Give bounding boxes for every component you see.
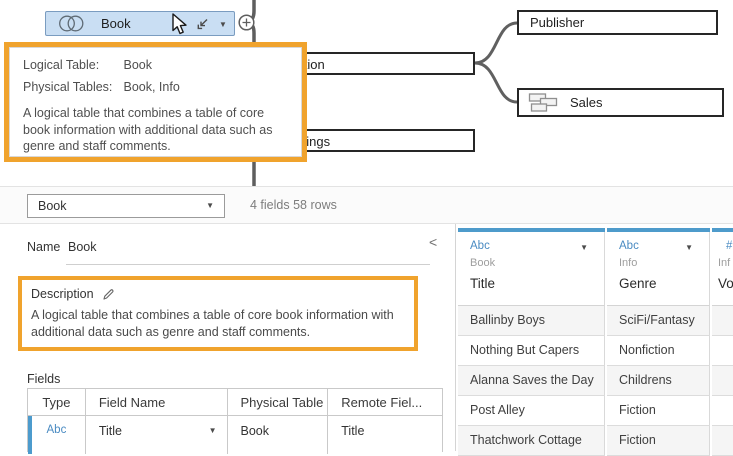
grid-column-header[interactable]: Abc ▼ Info Genre [607, 232, 710, 306]
source-table-name: Info [619, 257, 709, 269]
column-menu-caret-icon[interactable]: ▼ [685, 244, 693, 252]
tooltip-logical-table-value: Book [123, 58, 152, 72]
field-type-abc-icon: Abc [619, 240, 709, 252]
field-name: Vo [718, 276, 733, 291]
add-related-table-button[interactable] [238, 14, 255, 31]
pane-splitter[interactable] [455, 224, 456, 451]
grid-column-header[interactable]: # Inf Vo [712, 232, 733, 306]
field-type-number-icon: # [718, 240, 733, 252]
grid-cell[interactable]: Childrens [607, 366, 710, 396]
description-label: Description [31, 287, 94, 301]
table-selector-dropdown[interactable]: Book ▼ [27, 194, 225, 218]
grid-cell[interactable] [712, 396, 733, 426]
selected-row-accent [28, 416, 32, 454]
grid-cell[interactable]: Nonfiction [607, 336, 710, 366]
grid-cell[interactable] [712, 336, 733, 366]
source-table-name: Inf [718, 257, 733, 269]
field-type-abc-icon: Abc [47, 424, 67, 436]
table-selector-value: Book [38, 199, 67, 213]
grid-cell[interactable]: Nothing But Capers [458, 336, 605, 366]
grid-cell[interactable]: Alanna Saves the Day [458, 366, 605, 396]
logical-table-node-sales[interactable]: Sales [517, 88, 724, 117]
field-row-title[interactable]: Abc Title ▼ Book Title [28, 416, 442, 454]
table-name-input[interactable]: Book [68, 240, 97, 254]
remote-field-value: Title [328, 416, 442, 454]
tooltip-logical-table-label: Logical Table: [23, 57, 120, 73]
data-model-canvas[interactable]: Edition Ratings Publisher Sales Book [0, 0, 733, 186]
name-input-underline [66, 264, 430, 265]
table-details-toolbar: Book ▼ 4 fields 58 rows [0, 186, 733, 224]
grid-cell[interactable] [712, 366, 733, 396]
node-label: Sales [570, 95, 603, 110]
description-highlight-box: Description A logical table that combine… [18, 276, 418, 351]
field-name: Title [470, 276, 604, 291]
field-menu-caret-icon[interactable]: ▼ [209, 427, 217, 435]
node-menu-caret-icon[interactable]: ▼ [219, 21, 227, 29]
field-name-value: Title [99, 424, 122, 438]
fields-table: Type Field Name Physical Table Remote Fi… [27, 388, 443, 452]
logical-table-tooltip: Logical Table: Book Physical Tables: Boo… [4, 42, 307, 162]
grid-cell[interactable] [712, 306, 733, 336]
name-label: Name [27, 240, 60, 254]
column-header-field-name[interactable]: Field Name [86, 389, 228, 415]
grid-cell[interactable]: Thatchwork Cottage [458, 426, 605, 456]
column-menu-caret-icon[interactable]: ▼ [580, 244, 588, 252]
fields-rows-summary: 4 fields 58 rows [250, 198, 337, 212]
grid-cell[interactable]: Fiction [607, 426, 710, 456]
grid-column-clipped: # Inf Vo [712, 228, 733, 456]
collapse-panel-chevron-icon[interactable]: < [429, 234, 437, 250]
grid-cell[interactable]: Ballinby Boys [458, 306, 605, 336]
grid-cell[interactable]: SciFi/Fantasy [607, 306, 710, 336]
grid-column-header[interactable]: Abc ▼ Book Title [458, 232, 605, 306]
description-text: A logical table that combines a table of… [31, 307, 405, 341]
tooltip-description: A logical table that combines a table of… [23, 105, 288, 155]
edit-pencil-icon[interactable] [102, 288, 115, 301]
logical-table-node-publisher[interactable]: Publisher [517, 10, 718, 35]
logical-table-node-book-selected[interactable]: Book ▼ [45, 11, 235, 36]
union-physical-tables-icon [528, 93, 558, 112]
tooltip-physical-tables-value: Book, Info [123, 80, 179, 94]
fields-section-label: Fields [27, 372, 60, 386]
column-header-physical-table[interactable]: Physical Table [228, 389, 329, 415]
node-label: Book [101, 16, 131, 31]
grid-column-genre: Abc ▼ Info Genre SciFi/Fantasy Nonfictio… [607, 228, 710, 456]
field-name: Genre [619, 276, 709, 291]
join-venn-icon [58, 15, 85, 32]
chevron-down-icon: ▼ [206, 202, 214, 210]
node-label: Publisher [530, 15, 584, 30]
collapse-table-icon[interactable] [196, 17, 210, 31]
column-header-type[interactable]: Type [28, 389, 86, 415]
source-table-name: Book [470, 257, 604, 269]
grid-column-title: Abc ▼ Book Title Ballinby Boys Nothing B… [458, 228, 605, 456]
tooltip-physical-tables-label: Physical Tables: [23, 79, 120, 95]
physical-table-value: Book [228, 416, 329, 454]
grid-cell[interactable]: Fiction [607, 396, 710, 426]
grid-cell[interactable]: Post Alley [458, 396, 605, 426]
mouse-cursor-icon [170, 13, 190, 37]
column-header-remote-field[interactable]: Remote Fiel... [328, 389, 442, 415]
fields-table-header-row: Type Field Name Physical Table Remote Fi… [28, 389, 442, 416]
grid-cell[interactable] [712, 426, 733, 456]
